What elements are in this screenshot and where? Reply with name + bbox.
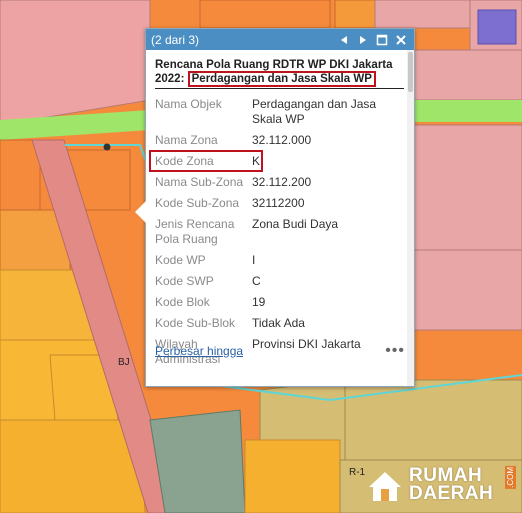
logo-suffix: .COM <box>505 466 516 489</box>
attribute-row: Kode Sub-Blok Tidak Ada <box>155 316 404 331</box>
close-button[interactable] <box>393 32 409 48</box>
attribute-key: Jenis Rencana Pola Ruang <box>155 217 235 246</box>
attribute-row: Nama Objek Perdagangan dan Jasa Skala WP <box>155 97 404 127</box>
attribute-value: Zona Budi Daya <box>252 217 339 231</box>
attribute-row: Kode Blok 19 <box>155 295 404 310</box>
highlight-box <box>149 150 263 172</box>
map-label-bj: BJ <box>118 357 130 368</box>
popup-pager: (2 dari 3) <box>151 32 200 47</box>
maximize-icon <box>376 34 388 45</box>
map-label-r1: R-1 <box>349 467 366 478</box>
triangle-right-icon <box>360 35 366 44</box>
popup-header: (2 dari 3) <box>146 29 414 50</box>
attribute-key: Nama Objek <box>155 97 222 111</box>
popup-scrollbar[interactable] <box>407 50 414 386</box>
attribute-table: Nama Objek Perdagangan dan Jasa Skala WP N… <box>149 97 404 364</box>
triangle-left-icon <box>341 35 347 44</box>
attribute-key: Nama Sub-Zona <box>155 175 244 189</box>
attribute-key: Kode SWP <box>155 274 214 288</box>
popup-title-highlight: Perdagangan dan Jasa Skala WP <box>187 71 376 87</box>
attribute-key: Kode Sub-Zona <box>155 196 240 210</box>
popup-content[interactable]: Rencana Pola Ruang RDTR WP DKI Jakarta 2… <box>146 50 414 364</box>
attribute-value: 32.112.000 <box>252 133 312 147</box>
next-feature-button[interactable] <box>355 32 371 48</box>
attribute-row: Kode SWP C <box>155 274 404 289</box>
attribute-row: Nama Zona 32.112.000 <box>155 133 404 148</box>
attribute-value: I <box>252 253 256 267</box>
more-options-icon[interactable]: ••• <box>385 342 405 360</box>
logo-line2: DAERAH <box>409 483 494 504</box>
attribute-row: Jenis Rencana Pola Ruang Zona Budi Daya <box>155 217 404 247</box>
attribute-key: Kode Blok <box>155 295 210 309</box>
scrollbar-thumb[interactable] <box>408 52 413 92</box>
feature-popup: (2 dari 3) Rencana Pola Ruang RDTR WP DK… <box>135 28 415 387</box>
attribute-key: Kode WP <box>155 253 206 267</box>
attribute-value: 32.112.200 <box>252 175 312 189</box>
attribute-value: C <box>252 274 261 288</box>
attribute-row: Kode Zona K <box>149 150 404 172</box>
attribute-key: Kode Sub-Blok <box>155 316 236 330</box>
attribute-value: Tidak Ada <box>252 316 305 330</box>
attribute-value: K <box>252 154 261 168</box>
zoom-to-link[interactable]: Perbesar hingga <box>155 344 385 358</box>
attribute-row: Nama Sub-Zona 32.112.200 <box>155 175 404 190</box>
attribute-value: Perdagangan dan Jasa Skala WP <box>252 97 377 126</box>
attribute-value: 19 <box>252 295 266 309</box>
maximize-button[interactable] <box>374 32 390 48</box>
attribute-key: Nama Zona <box>155 133 218 147</box>
house-icon <box>369 472 401 501</box>
close-icon <box>396 34 406 45</box>
attribute-row: Kode WP I <box>155 253 404 268</box>
attribute-value: 32112200 <box>252 196 305 210</box>
previous-feature-button[interactable] <box>336 32 352 48</box>
attribute-row: Kode Sub-Zona 32112200 <box>155 196 404 211</box>
popup-title: Rencana Pola Ruang RDTR WP DKI Jakarta 2… <box>155 58 404 89</box>
watermark-logo: RUMAH DAERAH .COM <box>365 460 516 510</box>
popup-footer: Perbesar hingga ••• <box>155 342 405 360</box>
